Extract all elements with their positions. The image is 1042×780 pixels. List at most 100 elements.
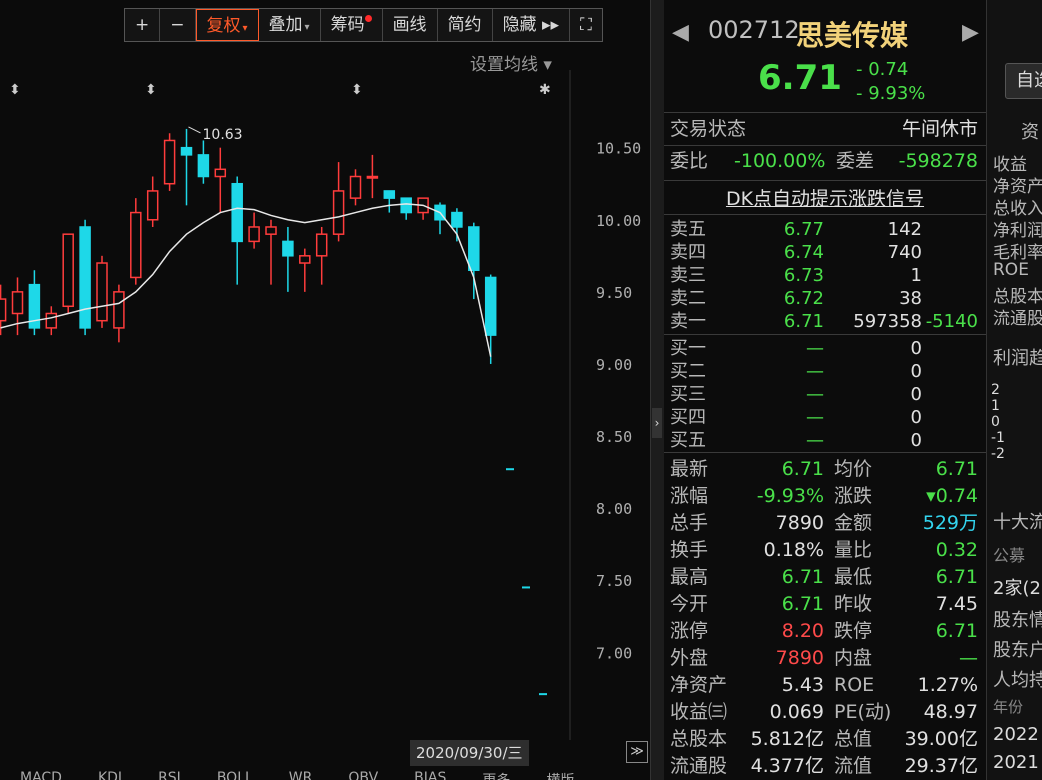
stat-label: 换手 [670,539,709,561]
y-tick-label: 7.50 [596,572,632,590]
kline-chart-area[interactable]: + − 复权 ▾ 叠加 ▾ 筹码 画线 简约 隐藏 ▸▸ ⛶ 设置均线 ▾ 10.5… [0,0,650,780]
candle-up [11,291,24,315]
add-watchlist-button[interactable]: 自选 [1005,63,1042,99]
fuquan-dropdown[interactable]: 复权 ▾ [195,9,259,41]
y-tick-label: 8.00 [596,500,632,518]
chip-label: 筹码 [330,15,365,35]
candle-up [113,291,125,329]
stat-label: 均价 [834,458,873,480]
price-change-block: - 0.74 - 9.93% [856,58,925,106]
indicator-tab[interactable]: BIAS [414,770,446,780]
stat-label: ROE [834,674,875,696]
order-level-label: 买二 [670,361,706,382]
stat-value: 6.71 [935,458,978,480]
event-marker-icon[interactable]: ✱ [539,82,551,98]
order-price: — [806,384,824,405]
indicator-tab[interactable]: WR [289,770,313,780]
indicator-tab[interactable]: 横版 [546,770,574,780]
holder-count-link[interactable]: 股东户 [993,636,1042,662]
stat-row: 总手 7890 金额 529万 [664,510,986,537]
holder-info-link[interactable]: 股东情 [993,606,1042,632]
divider [664,112,986,113]
overlay-dropdown[interactable]: 叠加 ▾ [259,9,321,41]
order-price: — [806,361,824,382]
avg-holding-label: 人均持 [993,670,1042,691]
stat-label: 净资产 [670,674,728,696]
stat-value: 6.71 [781,458,824,480]
order-level-label: 卖二 [670,288,706,309]
year-2021: 2021 [993,752,1039,773]
prev-stock-icon[interactable]: ◀ [672,20,689,45]
chart-toolbar: + − 复权 ▾ 叠加 ▾ 筹码 画线 简约 隐藏 ▸▸ ⛶ [124,8,603,42]
stat-value: 6.71 [781,566,824,588]
order-volume: 0 [910,361,922,382]
y-tick-label: 10.00 [596,212,641,230]
year-2022: 2022 [993,724,1039,745]
y-tick-label: 7.00 [596,644,632,662]
draw-line-button[interactable]: 画线 [383,9,438,41]
event-marker-icon[interactable]: ⬍ [351,82,363,98]
notification-dot-icon [364,15,372,22]
y-tick-label: 10.50 [596,140,641,158]
event-marker-icon[interactable]: ⬍ [145,82,157,98]
y-tick-label: 8.50 [596,428,632,446]
order-volume: 142 [887,219,922,240]
collapse-arrow-icon[interactable]: › [652,408,662,438]
next-stock-icon[interactable]: ▶ [962,20,979,45]
expand-icon[interactable]: ≫ [626,741,648,763]
stat-value: 29.37亿 [904,755,978,777]
stat-value: 529万 [922,512,978,534]
stat-value: ▾0.74 [926,485,978,507]
finance-item-label: ROE [993,260,1029,280]
fullscreen-icon[interactable]: ⛶ [570,9,602,41]
zoom-in-button[interactable]: + [125,9,161,41]
chip-button[interactable]: 筹码 [321,9,383,41]
order-level-label: 买四 [670,407,706,428]
hide-button[interactable]: 隐藏 ▸▸ [493,9,571,41]
stat-label: PE(动) [834,701,892,723]
candle-down [197,154,210,178]
candle-down [468,226,480,271]
divider [664,214,986,215]
indicator-tab[interactable]: RSI [158,770,181,780]
axis-tick-label: 2 [991,382,1000,398]
webi-label: 委比 [670,150,709,172]
stat-value: 7890 [775,512,824,534]
order-level-label: 买五 [670,430,706,451]
stat-value: 39.00亿 [904,728,978,750]
event-marker-icon[interactable]: ⬍ [9,82,21,98]
order-price: 6.77 [783,219,824,240]
stat-label: 外盘 [670,647,709,669]
dk-signal-link[interactable]: DK点自动提示涨跌信号 [664,184,986,211]
indicator-tab[interactable]: OBV [348,770,378,780]
gongmu-label: 公募 [993,546,1026,565]
indicator-tab[interactable]: KDJ [98,770,122,780]
indicator-tab[interactable]: 更多 [482,770,510,780]
stat-row: 外盘 7890 内盘 — [664,645,986,672]
finance-item-label: 流通股 [993,309,1042,329]
indicator-tab[interactable]: MACD [20,770,62,780]
buy-order-row: 买四 — 0 [664,406,986,429]
divider [664,334,986,335]
candlestick-chart[interactable]: 10.50 10.00 9.50 9.00 8.50 8.00 7.50 7.00 ⬍ ⬍ ⬍ ✱ 10… [0,70,650,740]
order-level-label: 买三 [670,384,706,405]
simple-mode-button[interactable]: 简约 [438,9,493,41]
stat-value: 7890 [775,647,824,669]
cursor-date-label: 2020/09/30/三 [410,740,529,766]
zoom-out-button[interactable]: − [160,9,196,41]
y-tick-label: 9.50 [596,284,632,302]
panel-divider[interactable] [650,0,664,780]
y-tick-label: 9.00 [596,356,632,374]
stat-row: 今开 6.71 昨收 7.45 [664,591,986,618]
indicator-tab[interactable]: BOLL [217,770,253,780]
buy-order-row: 买一 — 0 [664,337,986,360]
stat-value: 6.71 [935,620,978,642]
side-tab-zi[interactable]: 资 [1021,118,1039,144]
moving-average-line [0,203,492,357]
order-price: — [806,430,824,451]
stat-value: — [959,647,978,669]
f10-side-panel: 自选 资 收益净资产总收入净利润毛利率ROE总股本流通股 利润趋 210-1-2… [986,0,1042,780]
stat-label: 流通股 [670,755,728,777]
stat-value: 0.18% [763,539,824,561]
stat-row: 净资产 5.43 ROE 1.27% [664,672,986,699]
